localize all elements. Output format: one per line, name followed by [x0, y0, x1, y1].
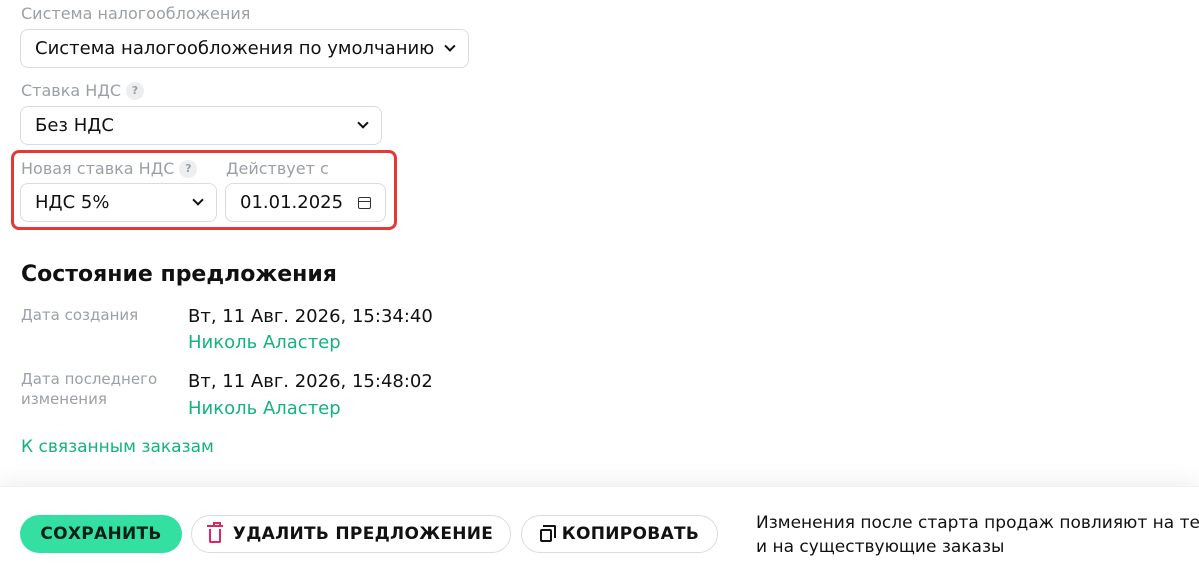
offer-settings-page: Система налогообложения Система налогооб…	[0, 0, 1199, 572]
section-title: Состояние предложения	[21, 262, 337, 287]
chevron-down-icon	[357, 117, 369, 129]
new-vat-rate-label-text: Новая ставка НДС	[21, 159, 175, 178]
related-orders-link[interactable]: К связанным заказам	[21, 437, 214, 457]
calendar-icon[interactable]	[358, 196, 371, 209]
new-vat-rate-select[interactable]: НДС 5%	[20, 183, 217, 222]
help-icon[interactable]: ?	[125, 82, 144, 100]
save-button-label: СОХРАНИТЬ	[40, 524, 162, 544]
footer-note-line-2: и на существующие заказы	[756, 537, 1005, 557]
vat-rate-value: Без НДС	[35, 115, 114, 136]
vat-rate-select[interactable]: Без НДС	[20, 106, 382, 145]
modified-author-link[interactable]: Николь Аластер	[188, 398, 341, 419]
delete-offer-button[interactable]: УДАЛИТЬ ПРЕДЛОЖЕНИЕ	[191, 515, 511, 553]
copy-button-label: КОПИРОВАТЬ	[561, 524, 700, 544]
footer-note-line-1: Изменения после старта продаж повлияют н…	[756, 513, 1199, 533]
tax-system-value: Система налогообложения по умолчанию	[35, 38, 435, 59]
tax-system-select[interactable]: Система налогообложения по умолчанию	[20, 29, 469, 68]
tax-system-label-text: Система налогообложения	[21, 4, 251, 23]
created-author-link[interactable]: Николь Аластер	[188, 332, 341, 353]
new-vat-rate-value: НДС 5%	[35, 192, 110, 213]
effective-from-value: 01.01.2025	[240, 192, 344, 213]
save-button[interactable]: СОХРАНИТЬ	[20, 515, 182, 553]
copy-button[interactable]: КОПИРОВАТЬ	[521, 515, 718, 553]
help-icon[interactable]: ?	[179, 160, 198, 178]
vat-rate-label-text: Ставка НДС	[21, 81, 121, 100]
chevron-down-icon	[192, 194, 204, 206]
new-vat-rate-label: Новая ставка НДС ?	[21, 159, 198, 179]
modified-datetime: Вт, 11 Авг. 2026, 15:48:02	[188, 371, 433, 392]
vat-rate-label: Ставка НДС ?	[21, 81, 144, 101]
tax-system-label: Система налогообложения	[21, 4, 250, 24]
effective-from-date-input[interactable]: 01.01.2025	[225, 183, 386, 222]
effective-from-label: Действует с	[226, 159, 329, 179]
chevron-down-icon	[444, 40, 456, 52]
modified-date-label: Дата последнего изменения	[21, 370, 158, 408]
copy-icon	[539, 524, 556, 542]
trash-icon	[206, 521, 223, 543]
created-date-label: Дата создания	[21, 306, 139, 324]
delete-offer-label: УДАЛИТЬ ПРЕДЛОЖЕНИЕ	[232, 524, 494, 544]
footer-warning-note: Изменения после старта продаж повлияют н…	[756, 511, 1199, 559]
created-datetime: Вт, 11 Авг. 2026, 15:34:40	[188, 306, 433, 327]
effective-from-label-text: Действует с	[226, 159, 329, 178]
